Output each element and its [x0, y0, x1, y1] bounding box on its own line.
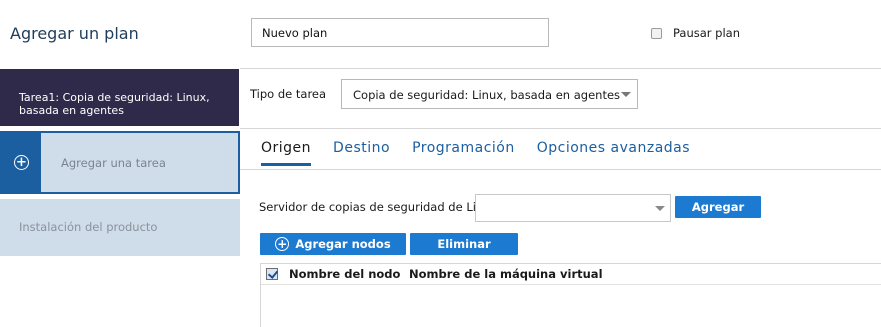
tab-origen[interactable]: Origen: [261, 140, 312, 166]
chevron-down-icon: [655, 206, 665, 211]
task-type-select[interactable]: Copia de seguridad: Linux, basada en age…: [341, 79, 638, 109]
task-type-label: Tipo de tarea: [250, 87, 327, 101]
column-vm-name[interactable]: Nombre de la máquina virtual: [409, 267, 603, 281]
sidebar-item-install[interactable]: Instalación del producto: [0, 199, 240, 256]
task-type-selected: Copia de seguridad: Linux, basada en age…: [353, 88, 621, 102]
pause-plan-checkbox[interactable]: [651, 27, 662, 39]
tab-bar: Origen Destino Programación Opciones ava…: [261, 140, 712, 166]
add-server-button[interactable]: Agregar: [675, 196, 761, 218]
tab-opciones-avanzadas[interactable]: Opciones avanzadas: [537, 140, 690, 166]
plan-header: Agregar un plan Pausar plan: [0, 0, 881, 68]
sidebar-item-task1[interactable]: Tarea1: Copia de seguridad: Linux, basad…: [0, 69, 239, 126]
add-task-label: Agregar una tarea: [61, 156, 166, 170]
select-all-checkbox[interactable]: [266, 268, 278, 280]
plan-name-input[interactable]: [251, 18, 549, 47]
install-label: Instalación del producto: [19, 220, 158, 234]
plus-circle-icon: +: [14, 155, 29, 170]
nodes-table: Nombre del nodo Nombre de la máquina vir…: [260, 263, 881, 327]
header-divider: [240, 68, 881, 69]
plus-circle-icon: +: [275, 237, 290, 251]
tab-destino[interactable]: Destino: [333, 140, 390, 166]
delete-button[interactable]: Eliminar: [410, 233, 518, 255]
table-header: Nombre del nodo Nombre de la máquina vir…: [261, 263, 881, 285]
page-title: Agregar un plan: [10, 24, 139, 43]
add-task-icon-bar: +: [2, 133, 41, 192]
add-nodes-label: Agregar nodos: [295, 237, 391, 251]
section-divider: [240, 128, 881, 129]
chevron-down-icon: [621, 92, 631, 97]
backup-server-select[interactable]: [475, 194, 671, 222]
tab-programacion[interactable]: Programación: [412, 140, 515, 166]
tabs-divider: [240, 169, 881, 170]
pause-plan-label: Pausar plan: [673, 26, 741, 40]
add-task-button[interactable]: + Agregar una tarea: [0, 131, 240, 194]
task1-label: Tarea1: Copia de seguridad: Linux, basad…: [19, 91, 210, 117]
pause-plan-toggle[interactable]: Pausar plan: [651, 26, 740, 40]
backup-server-label: Servidor de copias de seguridad de Linux: [259, 200, 498, 214]
column-node-name[interactable]: Nombre del nodo: [289, 267, 409, 281]
add-nodes-button[interactable]: + Agregar nodos: [260, 233, 406, 255]
